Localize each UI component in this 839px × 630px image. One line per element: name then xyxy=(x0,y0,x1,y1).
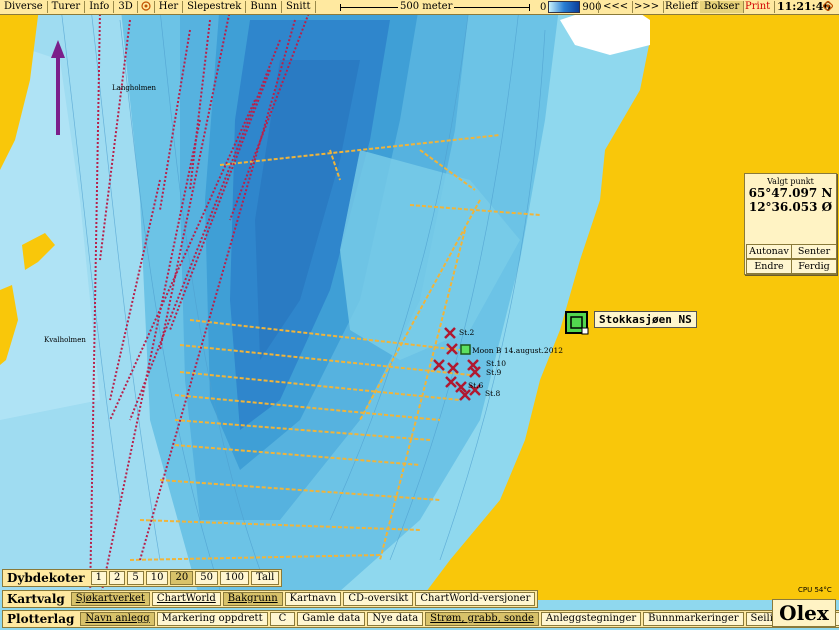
dybdekoter-row: Dybdekoter 1 2 5 10 20 50 100 Tall xyxy=(2,569,283,587)
dybdekoter-label: Dybdekoter xyxy=(7,571,85,585)
chart-cd-oversikt[interactable]: CD-oversikt xyxy=(343,592,414,606)
selected-point-panel: Valgt punkt 65°47.097 N 12°36.053 Ø Auto… xyxy=(744,173,837,275)
menu-diverse[interactable]: Diverse xyxy=(0,1,48,13)
depth-option[interactable]: 5 xyxy=(127,571,144,585)
station-label: St.6 xyxy=(468,381,484,390)
latitude-value: 65°47.097 N xyxy=(748,186,833,200)
layer-nye-data[interactable]: Nye data xyxy=(367,612,424,626)
bokser-button[interactable]: Bokser xyxy=(700,1,745,13)
chart-chartworld[interactable]: ChartWorld xyxy=(151,592,221,606)
depth-min: 0 xyxy=(540,1,547,13)
depth-option[interactable]: 1 xyxy=(90,571,107,585)
layer-c[interactable]: C xyxy=(269,612,296,626)
chart-bakgrunn[interactable]: Bakgrunn xyxy=(222,592,283,606)
panel-title: Valgt punkt xyxy=(767,177,814,186)
kartvalg-label: Kartvalg xyxy=(7,592,65,606)
layer-strom-grabb-sonde[interactable]: Strøm, grabb, sonde xyxy=(425,612,539,626)
menu-bunn[interactable]: Bunn xyxy=(246,1,283,13)
depth-option[interactable]: Tall xyxy=(251,571,280,585)
depth-option[interactable]: 50 xyxy=(195,571,218,585)
menu-her[interactable]: Her xyxy=(155,1,184,13)
scale-bar: 500 meter xyxy=(340,1,530,12)
depth-legend: 0 900 xyxy=(540,1,601,13)
menu-3d[interactable]: 3D xyxy=(114,1,138,13)
plotterlag-row: Plotterlag Navn anlegg Markering oppdret… xyxy=(2,610,839,628)
station-label: St.8 xyxy=(485,389,501,398)
cpu-temperature: CPU 54°C xyxy=(798,586,832,594)
depth-option[interactable]: 10 xyxy=(145,571,169,585)
layer-markering-oppdrett[interactable]: Markering oppdrett xyxy=(156,612,268,626)
menu-slepestrek[interactable]: Slepestrek xyxy=(183,1,247,13)
depth-option[interactable]: 100 xyxy=(219,571,250,585)
compass-icon[interactable] xyxy=(823,1,833,11)
chart-sjokartverket[interactable]: Sjøkartverket xyxy=(70,592,150,606)
scale-label: 500 meter xyxy=(398,1,455,12)
layer-navn-anlegg[interactable]: Navn anlegg xyxy=(80,612,155,626)
layer-gamle-data[interactable]: Gamle data xyxy=(297,612,366,626)
autonav-button[interactable]: Autonav xyxy=(746,244,792,259)
depth-gradient xyxy=(548,1,581,13)
chart-map[interactable] xyxy=(0,0,839,630)
depth-option[interactable]: 2 xyxy=(109,571,126,585)
plotterlag-label: Plotterlag xyxy=(7,612,75,626)
print-button[interactable]: Print xyxy=(741,1,776,13)
menu-snitt[interactable]: Snitt xyxy=(282,1,316,13)
nav-back-button[interactable]: <<< xyxy=(598,1,634,13)
ferdig-button[interactable]: Ferdig xyxy=(791,259,837,274)
depth-option-selected[interactable]: 20 xyxy=(170,571,194,585)
longitude-value: 12°36.053 Ø xyxy=(748,200,833,214)
nav-forward-button[interactable]: >>> xyxy=(630,1,665,13)
target-icon[interactable] xyxy=(138,1,155,13)
olex-logo: Olex xyxy=(772,599,836,627)
station-label: St.9 xyxy=(486,368,502,377)
place-label-langholmen: Langholmen xyxy=(112,84,157,92)
layer-anleggstegninger[interactable]: Anleggstegninger xyxy=(540,612,642,626)
endre-button[interactable]: Endre xyxy=(746,259,792,274)
menu-info[interactable]: Info xyxy=(85,1,115,13)
chart-chartworld-versjoner[interactable]: ChartWorld-versjoner xyxy=(415,592,536,606)
senter-button[interactable]: Senter xyxy=(791,244,837,259)
station-label: St.2 xyxy=(459,328,475,337)
place-label-kvalholmen: Kvalholmen xyxy=(44,336,86,344)
menu-turer[interactable]: Turer xyxy=(48,1,86,13)
chart-kartnavn[interactable]: Kartnavn xyxy=(284,592,342,606)
station-label: St.10 xyxy=(486,359,507,368)
station-label: Moon B 14.august.2012 xyxy=(472,346,564,355)
relief-button[interactable]: Relieff xyxy=(661,1,703,13)
kartvalg-row: Kartvalg Sjøkartverket ChartWorld Bakgru… xyxy=(2,590,539,608)
layer-bunnmarkeringer[interactable]: Bunnmarkeringer xyxy=(643,612,744,626)
target-label[interactable]: Stokkasjøen NS xyxy=(594,311,697,328)
